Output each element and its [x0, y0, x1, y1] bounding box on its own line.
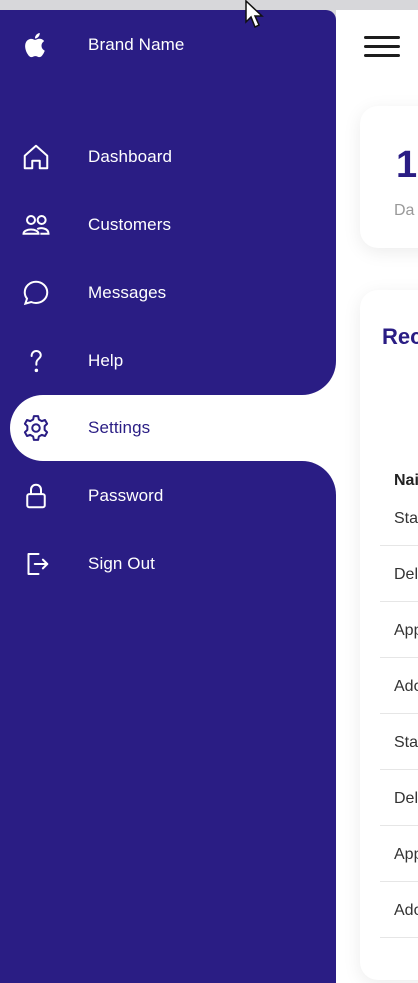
table-header-name: Nai: [394, 472, 418, 489]
recent-orders-panel: Rec Nai Sta Del App Ado Sta Del App Ado: [360, 290, 418, 980]
people-icon: [10, 210, 62, 240]
table-row[interactable]: Del: [380, 770, 418, 826]
sidebar-item-settings[interactable]: Settings: [10, 395, 336, 461]
stat-number: 1: [396, 144, 418, 186]
table-row[interactable]: Ado: [380, 882, 418, 938]
table-cell: App: [394, 622, 418, 639]
sidebar-item-label: Sign Out: [88, 554, 155, 573]
table-cell: Sta: [394, 510, 418, 527]
table-cell: Del: [394, 566, 418, 583]
brand-name: Brand Name: [88, 35, 185, 54]
table-cell: Ado: [394, 902, 418, 919]
chat-icon: [10, 278, 62, 308]
sidebar-item-password[interactable]: Password: [10, 463, 336, 529]
table-cell: App: [394, 846, 418, 863]
lock-icon: [10, 481, 62, 511]
table-row[interactable]: Sta: [380, 714, 418, 770]
browser-top-strip: [0, 0, 418, 10]
table-row[interactable]: Del: [380, 546, 418, 602]
table-cell: Sta: [394, 734, 418, 751]
table-cell: Del: [394, 790, 418, 807]
menu-toggle-icon[interactable]: [364, 36, 400, 64]
sidebar-item-label: Dashboard: [88, 147, 173, 166]
table-row[interactable]: Ado: [380, 658, 418, 714]
stat-label: Da: [394, 202, 415, 219]
help-icon: [10, 346, 62, 376]
table-cell: Ado: [394, 678, 418, 695]
apple-icon: [10, 30, 62, 60]
gear-icon: [10, 413, 62, 443]
stat-card: 1 Da: [360, 106, 418, 248]
sidebar-item-dashboard[interactable]: Dashboard: [10, 124, 336, 190]
sidebar-item-label: Messages: [88, 283, 167, 302]
main-content: 1 Da Rec Nai Sta Del App Ado Sta Del App…: [336, 10, 418, 983]
table-row[interactable]: App: [380, 826, 418, 882]
sign-out-icon: [10, 549, 62, 579]
recent-orders-title: Rec: [382, 324, 418, 349]
sidebar-item-label: Password: [88, 486, 164, 505]
sidebar-brand[interactable]: Brand Name: [10, 12, 336, 78]
sidebar-item-sign-out[interactable]: Sign Out: [10, 531, 336, 597]
table-row[interactable]: App: [380, 602, 418, 658]
sidebar-item-label: Settings: [88, 418, 151, 437]
mouse-cursor-icon: [245, 0, 264, 29]
sidebar-item-label: Help: [88, 351, 124, 370]
sidebar-item-customers[interactable]: Customers: [10, 192, 336, 258]
sidebar-item-messages[interactable]: Messages: [10, 260, 336, 326]
sidebar-item-label: Customers: [88, 215, 172, 234]
table-row[interactable]: Sta: [380, 490, 418, 546]
home-icon: [10, 142, 62, 172]
sidebar: Brand Name Dashboard Customers Messages …: [0, 10, 336, 983]
